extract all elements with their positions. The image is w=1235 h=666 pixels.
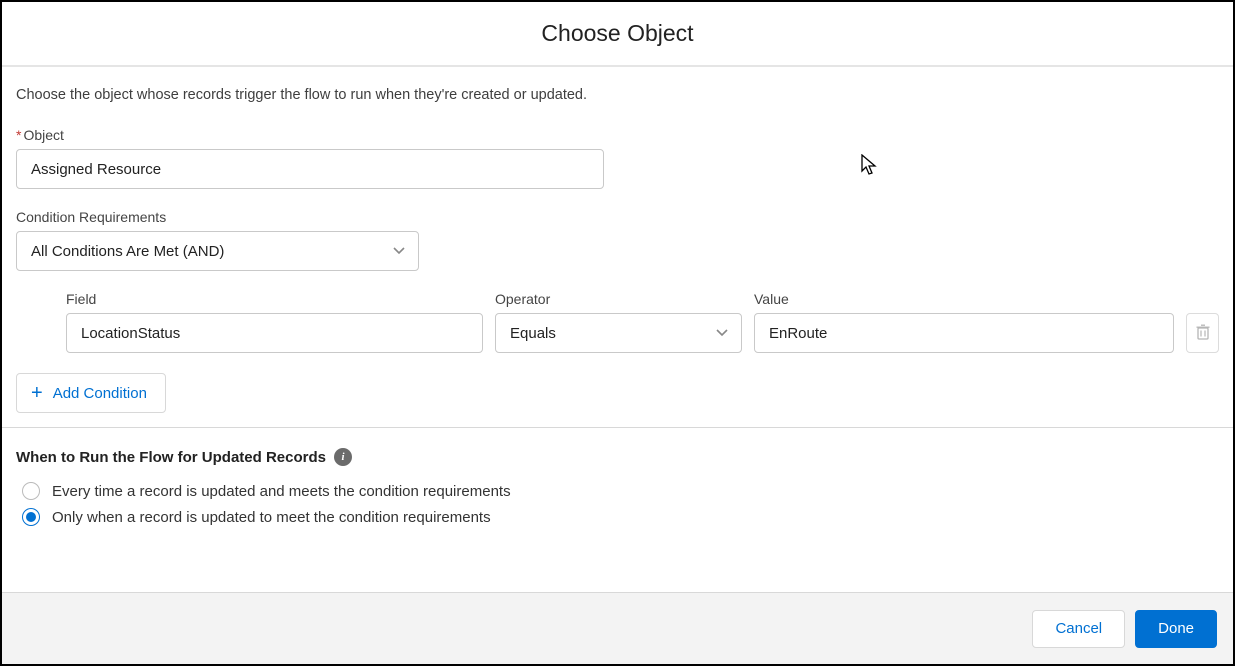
description-text: Choose the object whose records trigger … bbox=[16, 87, 1219, 103]
page-title: Choose Object bbox=[2, 20, 1233, 47]
condition-requirements-group: Condition Requirements All Conditions Ar… bbox=[16, 209, 1219, 271]
info-icon[interactable]: i bbox=[334, 448, 352, 466]
operator-select-wrapper: Equals bbox=[495, 313, 742, 353]
field-col-label: Field bbox=[66, 291, 483, 307]
object-label-text: Object bbox=[23, 127, 63, 143]
cancel-button[interactable]: Cancel bbox=[1032, 610, 1125, 648]
required-asterisk: * bbox=[16, 127, 21, 143]
when-to-run-section: When to Run the Flow for Updated Records… bbox=[16, 448, 1219, 526]
conditions-area: Field Operator Equals Value bbox=[16, 291, 1219, 353]
radio-dot bbox=[26, 512, 36, 522]
condition-requirements-select-wrapper: All Conditions Are Met (AND) bbox=[16, 231, 419, 271]
radio-option-only-when[interactable]: Only when a record is updated to meet th… bbox=[16, 508, 1219, 526]
when-to-run-title: When to Run the Flow for Updated Records bbox=[16, 449, 326, 466]
object-input[interactable] bbox=[16, 149, 604, 189]
add-condition-button[interactable]: + Add Condition bbox=[16, 373, 166, 413]
operator-select[interactable]: Equals bbox=[495, 313, 742, 353]
done-button[interactable]: Done bbox=[1135, 610, 1217, 648]
modal-content: Choose the object whose records trigger … bbox=[2, 67, 1233, 554]
modal-footer: Cancel Done bbox=[2, 592, 1233, 664]
modal-header: Choose Object bbox=[2, 2, 1233, 67]
value-col-label: Value bbox=[754, 291, 1174, 307]
radio-option-every-time[interactable]: Every time a record is updated and meets… bbox=[16, 482, 1219, 500]
radio-label-every-time: Every time a record is updated and meets… bbox=[52, 483, 511, 500]
operator-value: Equals bbox=[510, 325, 556, 342]
radio-label-only-when: Only when a record is updated to meet th… bbox=[52, 509, 491, 526]
radio-circle bbox=[22, 482, 40, 500]
field-input[interactable] bbox=[66, 313, 483, 353]
object-label: *Object bbox=[16, 127, 1219, 143]
condition-requirements-select[interactable]: All Conditions Are Met (AND) bbox=[16, 231, 419, 271]
plus-icon: + bbox=[31, 383, 43, 403]
condition-requirements-label: Condition Requirements bbox=[16, 209, 1219, 225]
condition-requirements-value: All Conditions Are Met (AND) bbox=[31, 243, 224, 260]
trash-icon bbox=[1196, 324, 1210, 343]
when-to-run-title-row: When to Run the Flow for Updated Records… bbox=[16, 448, 352, 466]
field-col: Field bbox=[66, 291, 483, 353]
value-col: Value bbox=[754, 291, 1174, 353]
delete-condition-button[interactable] bbox=[1186, 313, 1219, 353]
condition-row: Field Operator Equals Value bbox=[66, 291, 1219, 353]
add-condition-label: Add Condition bbox=[53, 385, 147, 402]
operator-col-label: Operator bbox=[495, 291, 742, 307]
operator-col: Operator Equals bbox=[495, 291, 742, 353]
object-form-group: *Object bbox=[16, 127, 1219, 189]
divider bbox=[2, 427, 1233, 428]
value-input[interactable] bbox=[754, 313, 1174, 353]
radio-circle-selected bbox=[22, 508, 40, 526]
